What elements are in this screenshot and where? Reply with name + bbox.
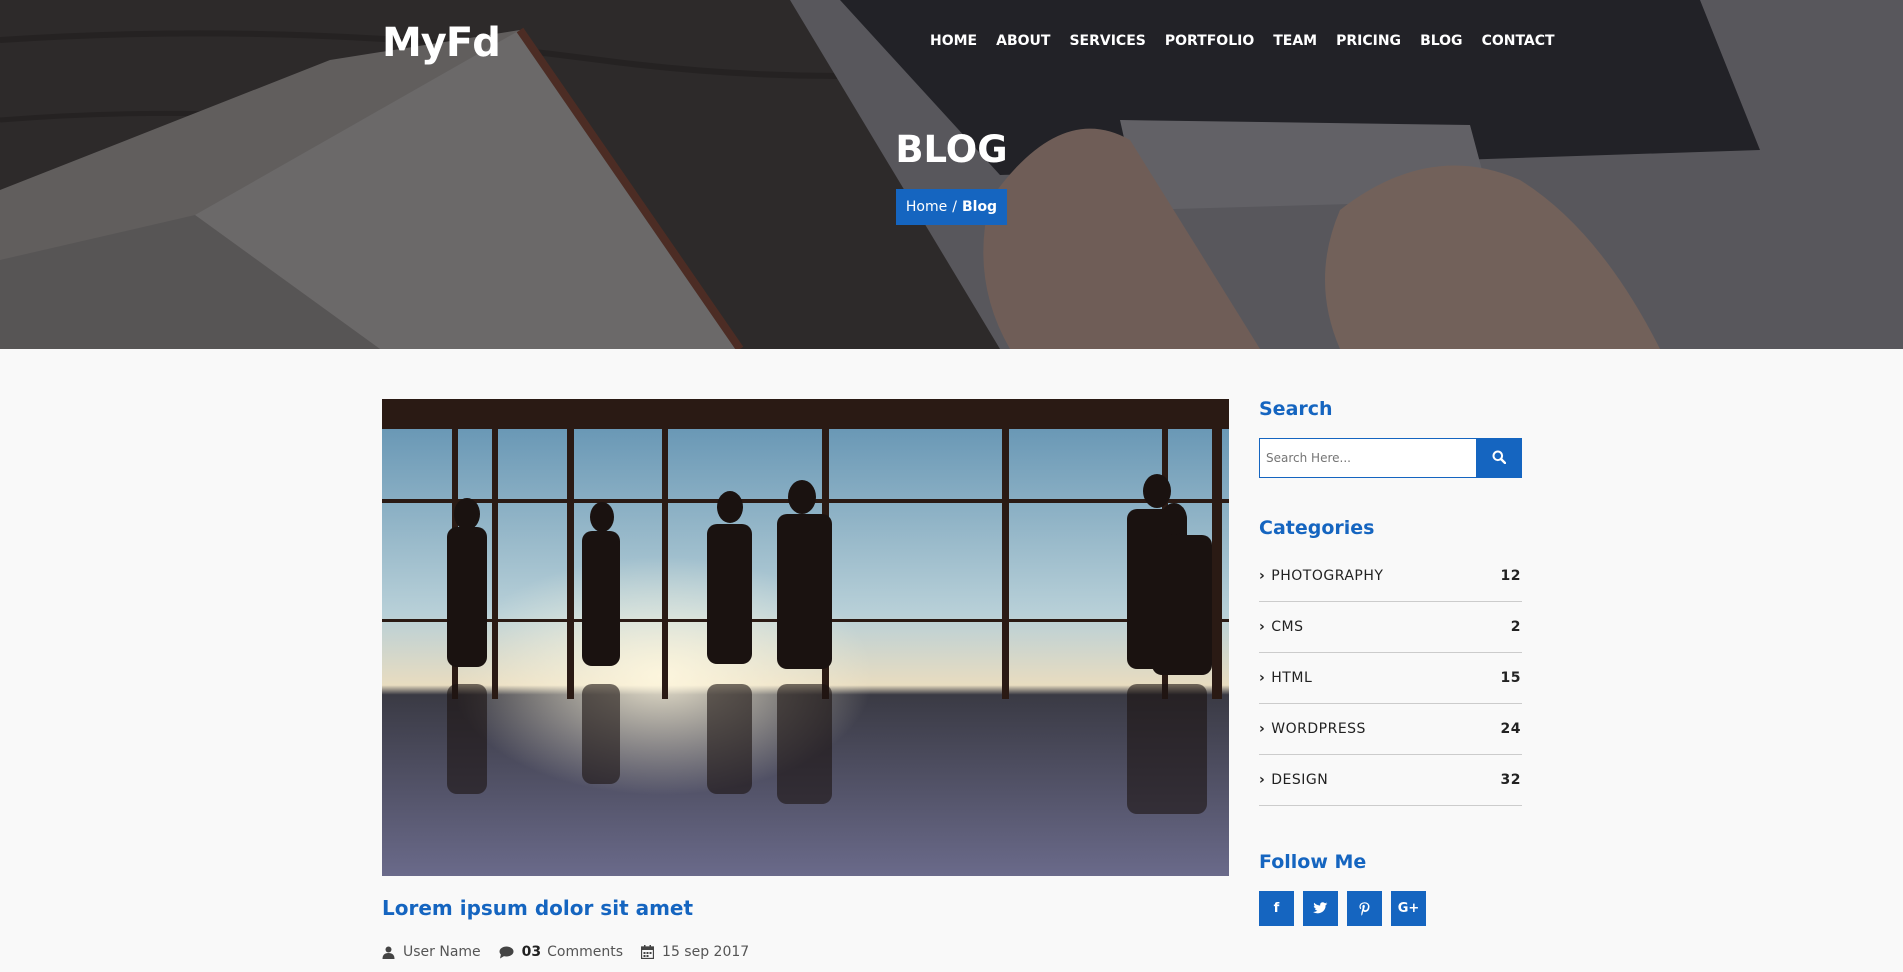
categories-heading: Categories <box>1259 517 1375 539</box>
category-item[interactable]: › PHOTOGRAPHY 12 <box>1259 551 1522 602</box>
category-label: CMS <box>1271 619 1304 635</box>
post-comments-count: 03 <box>521 944 542 960</box>
nav-services[interactable]: SERVICES <box>1069 33 1145 49</box>
chevron-right-icon: › <box>1259 772 1266 788</box>
post-date: 15 sep 2017 <box>641 944 749 960</box>
hero-banner: MyFd HOME ABOUT SERVICES PORTFOLIO TEAM … <box>0 0 1903 349</box>
facebook-icon[interactable]: f <box>1259 891 1294 926</box>
breadcrumb-home-link[interactable]: Home <box>906 199 947 215</box>
breadcrumb-current: Blog <box>961 199 998 215</box>
comment-icon <box>499 946 514 959</box>
post-author-name[interactable]: User Name <box>403 944 481 960</box>
category-count: 15 <box>1500 670 1521 686</box>
google-plus-icon[interactable]: G+ <box>1391 891 1426 926</box>
search-heading: Search <box>1259 398 1333 420</box>
nav-portfolio[interactable]: PORTFOLIO <box>1165 33 1254 49</box>
search-input[interactable] <box>1259 438 1476 478</box>
categories-list: › PHOTOGRAPHY 12 › CMS 2 › HTML 15 › WORDPRE… <box>1259 551 1522 806</box>
post-comments: 03 Comments <box>499 944 623 960</box>
nav-team[interactable]: TEAM <box>1273 33 1317 49</box>
nav-home[interactable]: HOME <box>930 33 977 49</box>
category-label: DESIGN <box>1271 772 1329 788</box>
search-icon <box>1492 450 1507 467</box>
chevron-right-icon: › <box>1259 619 1266 635</box>
search-button[interactable] <box>1476 438 1522 478</box>
pinterest-icon[interactable] <box>1347 891 1382 926</box>
category-count: 24 <box>1500 721 1521 737</box>
breadcrumb: Home / Blog <box>896 189 1007 225</box>
chevron-right-icon: › <box>1259 670 1266 686</box>
page-title: BLOG <box>895 128 1008 171</box>
nav-pricing[interactable]: PRICING <box>1336 33 1401 49</box>
follow-heading: Follow Me <box>1259 851 1367 873</box>
category-count: 32 <box>1500 772 1521 788</box>
hero-overlay <box>0 0 1903 349</box>
category-item[interactable]: › HTML 15 <box>1259 653 1522 704</box>
post-meta: User Name 03 Comments 15 sep 2017 <box>382 944 767 960</box>
category-count: 2 <box>1510 619 1521 635</box>
chevron-right-icon: › <box>1259 568 1266 584</box>
category-count: 12 <box>1500 568 1521 584</box>
chevron-right-icon: › <box>1259 721 1266 737</box>
post-title[interactable]: Lorem ipsum dolor sit amet <box>382 896 693 920</box>
category-item[interactable]: › WORDPRESS 24 <box>1259 704 1522 755</box>
post-comments-label[interactable]: Comments <box>547 944 623 960</box>
user-icon <box>382 946 395 959</box>
nav-blog[interactable]: BLOG <box>1420 33 1463 49</box>
category-item[interactable]: › CMS 2 <box>1259 602 1522 653</box>
post-date-text: 15 sep 2017 <box>662 944 750 960</box>
main-nav: HOME ABOUT SERVICES PORTFOLIO TEAM PRICI… <box>930 33 1574 49</box>
social-links: f G+ <box>1259 891 1426 926</box>
nav-contact[interactable]: CONTACT <box>1482 33 1555 49</box>
category-label: HTML <box>1271 670 1313 686</box>
nav-about[interactable]: ABOUT <box>996 33 1050 49</box>
search-form <box>1259 438 1522 478</box>
post-author: User Name <box>382 944 481 960</box>
category-label: PHOTOGRAPHY <box>1271 568 1384 584</box>
post-featured-image[interactable] <box>382 399 1229 876</box>
category-label: WORDPRESS <box>1271 721 1366 737</box>
site-logo[interactable]: MyFd <box>382 20 501 66</box>
category-item[interactable]: › DESIGN 32 <box>1259 755 1522 806</box>
calendar-icon <box>641 945 655 959</box>
twitter-icon[interactable] <box>1303 891 1338 926</box>
breadcrumb-separator: / <box>952 199 957 215</box>
